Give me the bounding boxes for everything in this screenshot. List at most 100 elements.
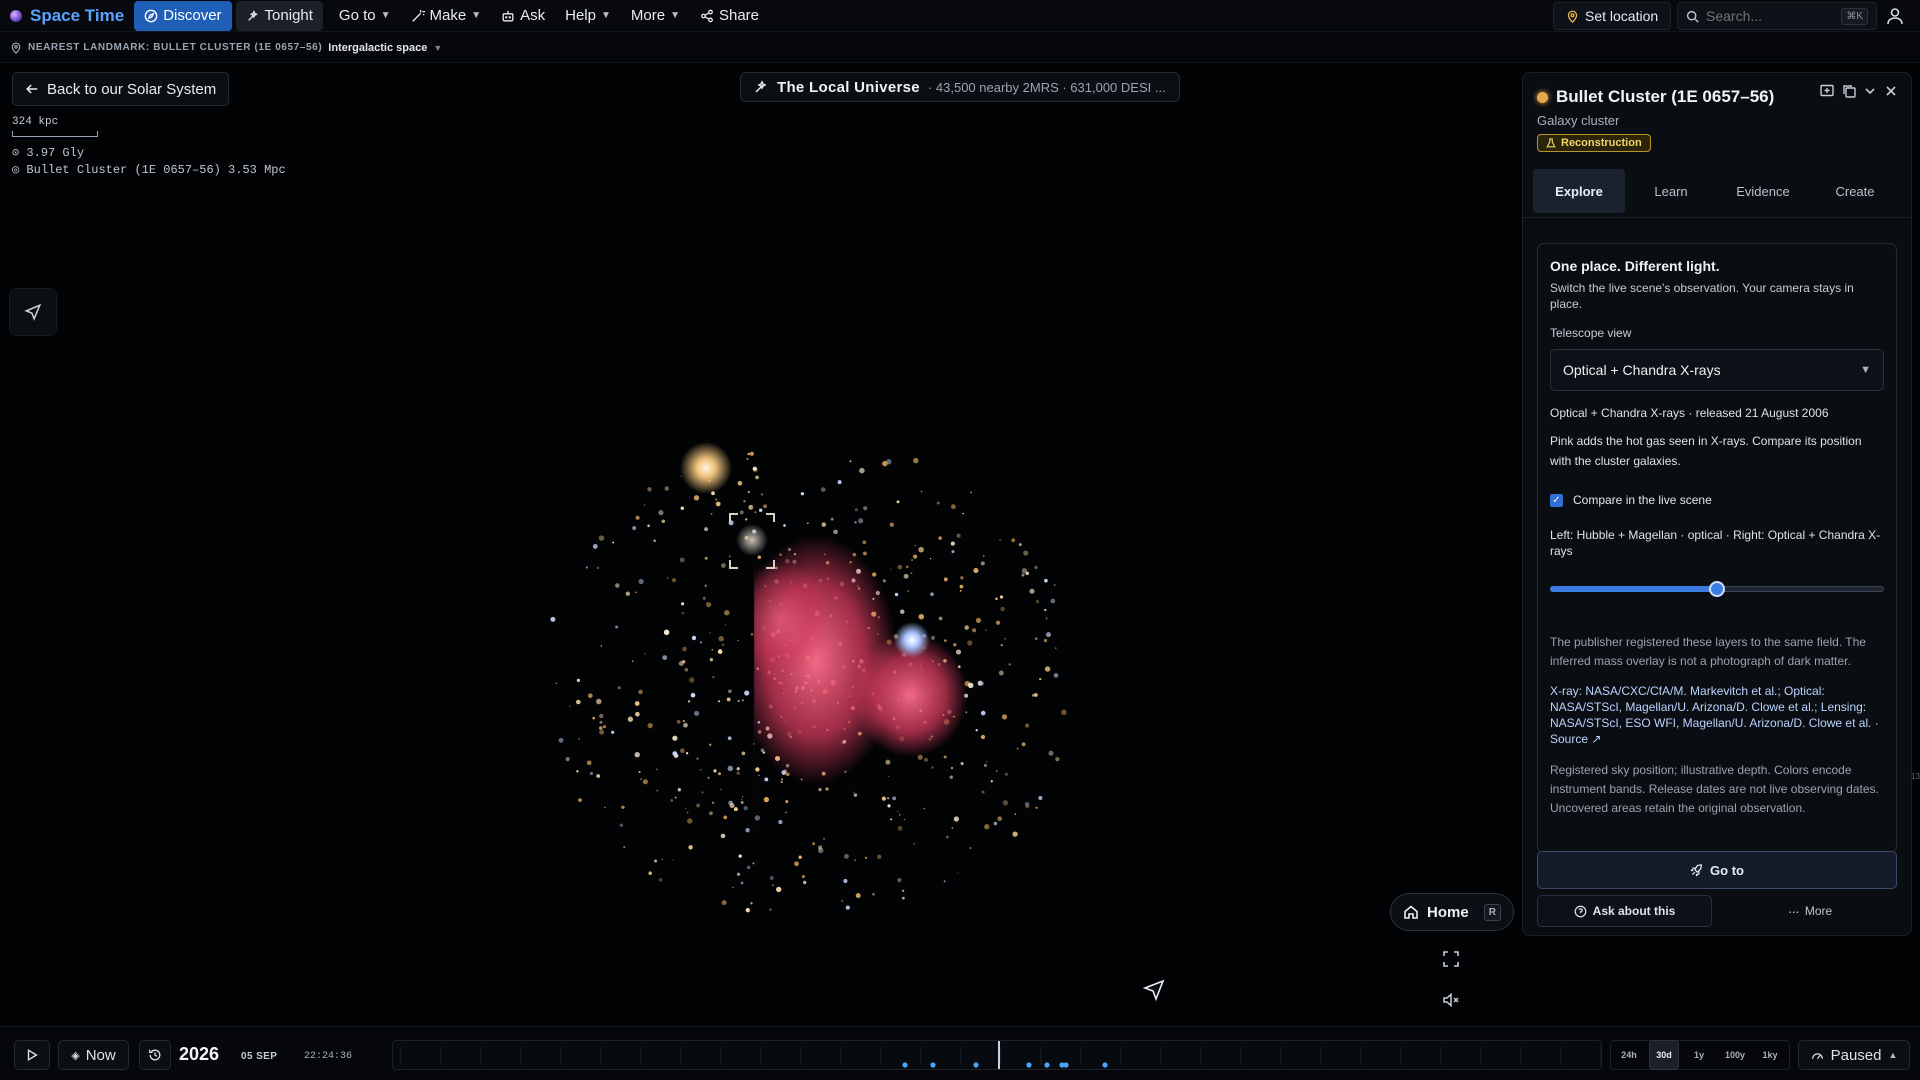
help-menu[interactable]: Help ▼ — [555, 1, 621, 31]
galaxy-dot — [1018, 543, 1022, 547]
galaxy-dot — [806, 522, 809, 525]
search-input[interactable] — [1706, 8, 1826, 24]
share-button[interactable]: Share — [690, 1, 769, 31]
galaxy-dot — [882, 460, 888, 467]
chevron-down-icon[interactable]: ▼ — [433, 43, 442, 53]
galaxy-dot — [684, 667, 689, 672]
galaxy-dot — [849, 460, 852, 463]
timeline-event-marker[interactable] — [902, 1062, 908, 1068]
landmark-region-dropdown[interactable]: Intergalactic space — [328, 42, 427, 54]
more-actions-button[interactable]: ··· More — [1723, 895, 1897, 927]
galaxy-dot — [599, 720, 603, 724]
pointer-tool-button[interactable] — [9, 288, 57, 336]
galaxy-dot — [903, 818, 906, 821]
user-account-icon[interactable] — [1885, 6, 1905, 26]
discover-button[interactable]: Discover — [134, 0, 232, 31]
timeline-event-marker[interactable] — [1026, 1062, 1032, 1068]
compare-checkbox[interactable]: ✓ — [1550, 493, 1563, 507]
zoom-24h[interactable]: 24h — [1614, 1040, 1644, 1070]
planet-logo-icon — [10, 9, 22, 22]
tab-evidence[interactable]: Evidence — [1717, 169, 1809, 213]
galaxy-dot — [769, 876, 774, 880]
current-date: 05 SEP — [241, 1051, 278, 1062]
galaxy-dot — [638, 771, 641, 774]
back-to-solar-system-button[interactable]: Back to our Solar System — [12, 72, 230, 106]
galaxy-dot — [612, 541, 615, 544]
compare-checkbox-row[interactable]: ✓ Compare in the live scene — [1550, 493, 1884, 507]
galaxy-dot — [623, 846, 626, 849]
playback-state-button[interactable]: Paused ▲ — [1798, 1040, 1910, 1070]
timeline-event-marker[interactable] — [1044, 1062, 1050, 1068]
zoom-100y[interactable]: 100y — [1719, 1040, 1751, 1070]
zoom-1ky[interactable]: 1ky — [1755, 1040, 1785, 1070]
galaxy-dot — [720, 833, 726, 839]
galaxy-dot — [741, 751, 746, 756]
tab-explore[interactable]: Explore — [1533, 169, 1625, 213]
slider-fill — [1550, 586, 1717, 592]
play-button[interactable] — [14, 1040, 50, 1070]
timeline-event-marker[interactable] — [1063, 1062, 1069, 1068]
galaxy-dot — [1035, 599, 1040, 604]
make-menu[interactable]: Make ▼ — [401, 1, 492, 31]
galaxy-dot — [1054, 584, 1056, 586]
zoom-30d[interactable]: 30d — [1649, 1040, 1679, 1070]
tonight-button[interactable]: Tonight — [235, 0, 323, 31]
goto-button[interactable]: Go to — [1537, 851, 1897, 889]
timeline-track[interactable] — [392, 1040, 1602, 1070]
galaxy-dot — [761, 493, 764, 496]
galaxy-dot — [907, 590, 909, 592]
tab-create[interactable]: Create — [1809, 169, 1901, 213]
app-brand[interactable]: Space Time — [0, 6, 134, 26]
galaxy-dot — [724, 624, 727, 626]
now-button[interactable]: ◈ Now — [58, 1040, 129, 1070]
galaxy-dot — [699, 641, 703, 644]
mute-icon[interactable] — [1441, 990, 1461, 1010]
timeline-event-marker[interactable] — [1102, 1062, 1108, 1068]
galaxy-dot — [647, 524, 650, 528]
galaxy-dot — [930, 558, 932, 560]
crosshair-icon: ◈ — [71, 1049, 80, 1062]
chevron-up-icon: ▲ — [1888, 1050, 1898, 1060]
galaxy-dot — [1023, 550, 1029, 556]
galaxy-dot — [995, 597, 998, 601]
home-button[interactable]: Home R — [1390, 893, 1514, 931]
galaxy-dot — [680, 506, 685, 511]
galaxy-dot — [944, 639, 947, 642]
telescope-view-select[interactable]: Optical + Chandra X-rays ▼ — [1550, 349, 1884, 391]
galaxy-dot — [800, 492, 804, 496]
slider-handle[interactable] — [1709, 581, 1725, 597]
scene-title-pill[interactable]: The Local Universe · 43,500 nearby 2MRS … — [740, 72, 1180, 102]
timeline-event-marker[interactable] — [973, 1062, 979, 1068]
set-location-button[interactable]: Set location — [1553, 2, 1672, 30]
galaxy-dot — [950, 766, 954, 770]
timeline-event-marker[interactable] — [930, 1062, 936, 1068]
galaxy-dot — [812, 842, 816, 846]
galaxy-dot — [736, 767, 740, 771]
search-box[interactable]: ⌘K — [1677, 2, 1877, 30]
galaxy-dot — [852, 791, 855, 794]
history-button[interactable] — [139, 1040, 171, 1070]
galaxy-dot — [905, 565, 909, 569]
galaxy-dot — [740, 798, 743, 801]
robot-icon — [502, 10, 514, 21]
panel-tabs: Explore Learn Evidence Create — [1533, 169, 1901, 213]
galaxy-dot — [696, 757, 699, 760]
more-menu[interactable]: More ▼ — [621, 1, 690, 31]
galaxy-dot — [780, 778, 784, 781]
tab-learn[interactable]: Learn — [1625, 169, 1717, 213]
galaxy-dot — [569, 705, 571, 708]
galaxy-dot — [638, 578, 644, 585]
fullscreen-icon[interactable] — [1441, 949, 1461, 969]
compare-slider[interactable] — [1550, 581, 1884, 597]
ask-button[interactable]: Ask — [491, 1, 555, 31]
zoom-1y[interactable]: 1y — [1684, 1040, 1714, 1070]
search-shortcut: ⌘K — [1841, 7, 1868, 25]
target-distance-readout: ◎ Bullet Cluster (1E 0657–56) 3.53 Mpc — [12, 163, 286, 177]
goto-menu[interactable]: Go to ▼ — [329, 1, 401, 31]
image-credit-link[interactable]: X-ray: NASA/CXC/CfA/M. Markevitch et al.… — [1550, 683, 1884, 747]
galaxy-dot — [752, 862, 755, 865]
ask-about-this-button[interactable]: Ask about this — [1537, 895, 1712, 927]
galaxy-cluster-scene[interactable] — [480, 410, 1160, 970]
galaxy-dot — [1029, 588, 1035, 594]
galaxy-dot — [576, 678, 581, 683]
